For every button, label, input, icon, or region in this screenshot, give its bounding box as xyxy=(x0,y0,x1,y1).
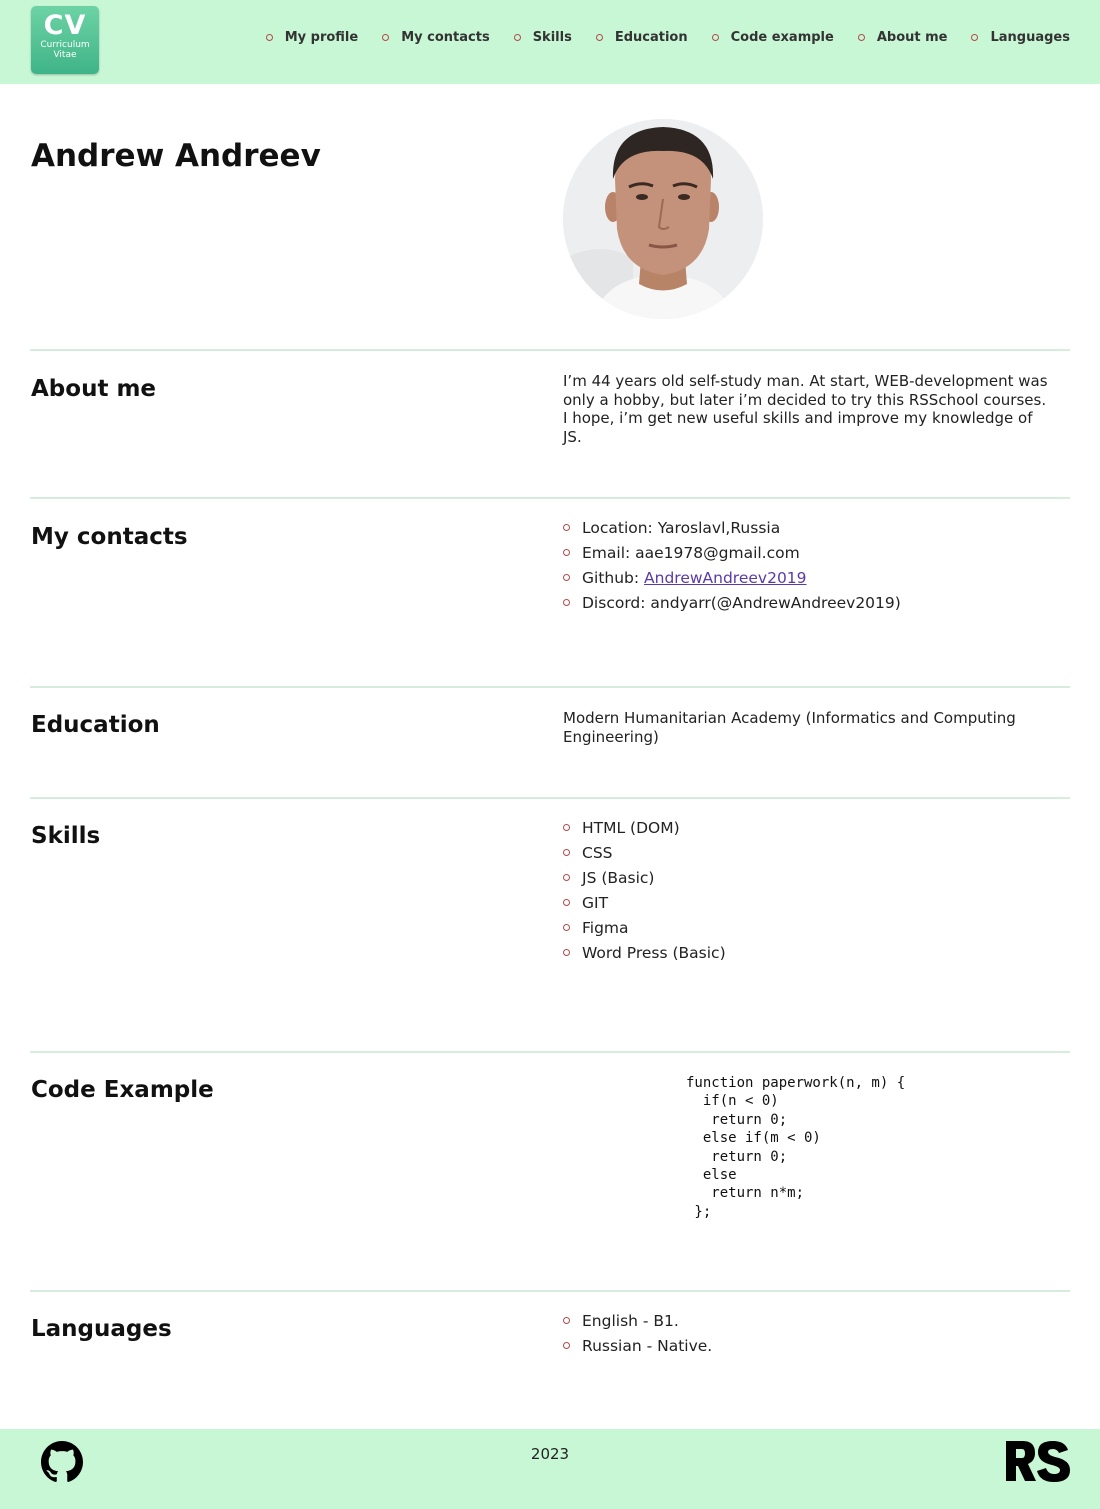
circle-bullet-icon xyxy=(563,1317,570,1324)
nav-item-education[interactable]: Education xyxy=(595,28,688,46)
list-item: Russian - Native. xyxy=(563,1333,1063,1358)
avatar-photo-icon xyxy=(563,119,763,319)
skill-item: GIT xyxy=(582,893,609,912)
section-divider xyxy=(30,1290,1070,1292)
logo-subtitle-line1: Curriculum xyxy=(40,40,90,50)
cv-logo[interactable]: CV Curriculum Vitae xyxy=(31,6,99,74)
circle-bullet-icon xyxy=(563,924,570,931)
circle-bullet-icon xyxy=(563,849,570,856)
nav-item-code-example[interactable]: Code example xyxy=(711,28,834,46)
nav-item-about-me[interactable]: About me xyxy=(857,28,948,46)
contact-discord: Discord: andyarr(@AndrewAndreev2019) xyxy=(582,593,901,612)
circle-bullet-icon xyxy=(563,524,570,531)
skills-title: Skills xyxy=(31,823,101,849)
circle-bullet-icon xyxy=(595,33,603,41)
circle-bullet-icon xyxy=(563,949,570,956)
logo-subtitle-line2: Vitae xyxy=(53,50,77,60)
nav-item-label: My contacts xyxy=(401,29,490,45)
languages-content: English - B1. Russian - Native. xyxy=(563,1308,1063,1358)
circle-bullet-icon xyxy=(711,33,719,41)
code-snippet: function paperwork(n, m) { if(n < 0) ret… xyxy=(686,1075,906,1220)
github-link[interactable]: AndrewAndreev2019 xyxy=(644,569,807,587)
language-item: English - B1. xyxy=(582,1311,679,1330)
circle-bullet-icon xyxy=(563,1342,570,1349)
education-text: Modern Humanitarian Academy (Informatics… xyxy=(563,709,1016,746)
code-example-title: Code Example xyxy=(31,1077,214,1103)
site-header: CV Curriculum Vitae My profile My contac… xyxy=(0,0,1100,84)
avatar xyxy=(563,119,763,319)
list-item: GIT xyxy=(563,890,1063,915)
circle-bullet-icon xyxy=(563,824,570,831)
nav-item-label: Languages xyxy=(990,29,1070,45)
nav-item-label: Skills xyxy=(532,29,572,45)
circle-bullet-icon xyxy=(563,549,570,556)
profile-name: Andrew Andreev xyxy=(31,138,321,174)
circle-bullet-icon xyxy=(563,874,570,881)
nav-item-label: About me xyxy=(876,29,948,45)
skill-item: Word Press (Basic) xyxy=(582,943,726,962)
language-item: Russian - Native. xyxy=(582,1336,713,1355)
nav-item-languages[interactable]: Languages xyxy=(971,28,1070,46)
skill-item: JS (Basic) xyxy=(582,868,655,887)
list-item: English - B1. xyxy=(563,1308,1063,1333)
nav-item-label: My profile xyxy=(284,29,359,45)
about-me-content: I’m 44 years old self-study man. At star… xyxy=(563,372,1053,446)
list-item: Discord: andyarr(@AndrewAndreev2019) xyxy=(563,590,1063,615)
circle-bullet-icon xyxy=(563,599,570,606)
logo-title: CV xyxy=(43,10,87,41)
list-item: Github: AndrewAndreev2019 xyxy=(563,565,1063,590)
education-content: Modern Humanitarian Academy (Informatics… xyxy=(563,709,1068,746)
circle-bullet-icon xyxy=(513,33,521,41)
languages-list: English - B1. Russian - Native. xyxy=(563,1308,1063,1358)
section-divider xyxy=(30,497,1070,499)
rs-school-logo-icon[interactable] xyxy=(1005,1440,1071,1482)
list-item: Word Press (Basic) xyxy=(563,940,1063,965)
circle-bullet-icon xyxy=(971,33,979,41)
skill-item: HTML (DOM) xyxy=(582,818,680,837)
nav-item-label: Education xyxy=(614,29,688,45)
nav-item-my-profile[interactable]: My profile xyxy=(265,28,359,46)
section-divider xyxy=(30,1051,1070,1053)
footer-year: 2023 xyxy=(530,1445,570,1463)
circle-bullet-icon xyxy=(857,33,865,41)
contact-location: Location: Yaroslavl,Russia xyxy=(582,518,781,537)
list-item: HTML (DOM) xyxy=(563,815,1063,840)
nav-item-my-contacts[interactable]: My contacts xyxy=(382,28,490,46)
contact-email: Email: aae1978@gmail.com xyxy=(582,543,800,562)
languages-title: Languages xyxy=(31,1316,172,1342)
circle-bullet-icon xyxy=(563,574,570,581)
contact-github-label: Github: xyxy=(582,568,645,587)
contacts-list: Location: Yaroslavl,Russia Email: aae197… xyxy=(563,515,1063,615)
section-divider xyxy=(30,349,1070,351)
list-item: CSS xyxy=(563,840,1063,865)
circle-bullet-icon xyxy=(382,33,390,41)
skill-item: Figma xyxy=(582,918,629,937)
circle-bullet-icon xyxy=(265,33,273,41)
education-title: Education xyxy=(31,712,160,738)
list-item: Email: aae1978@gmail.com xyxy=(563,540,1063,565)
skills-list: HTML (DOM) CSS JS (Basic) GIT Figma Word… xyxy=(563,815,1063,965)
contacts-content: Location: Yaroslavl,Russia Email: aae197… xyxy=(563,515,1063,615)
circle-bullet-icon xyxy=(563,899,570,906)
skills-content: HTML (DOM) CSS JS (Basic) GIT Figma Word… xyxy=(563,815,1063,965)
about-me-title: About me xyxy=(31,376,157,402)
list-item: Figma xyxy=(563,915,1063,940)
site-footer: 2023 xyxy=(0,1429,1100,1509)
section-divider xyxy=(30,686,1070,688)
about-me-text: I’m 44 years old self-study man. At star… xyxy=(563,372,1048,446)
nav-item-skills[interactable]: Skills xyxy=(513,28,572,46)
list-item: Location: Yaroslavl,Russia xyxy=(563,515,1063,540)
main-nav: My profile My contacts Skills Education … xyxy=(242,28,1070,46)
section-divider xyxy=(30,797,1070,799)
skill-item: CSS xyxy=(582,843,613,862)
list-item: JS (Basic) xyxy=(563,865,1063,890)
nav-item-label: Code example xyxy=(730,29,834,45)
my-contacts-title: My contacts xyxy=(31,524,188,550)
